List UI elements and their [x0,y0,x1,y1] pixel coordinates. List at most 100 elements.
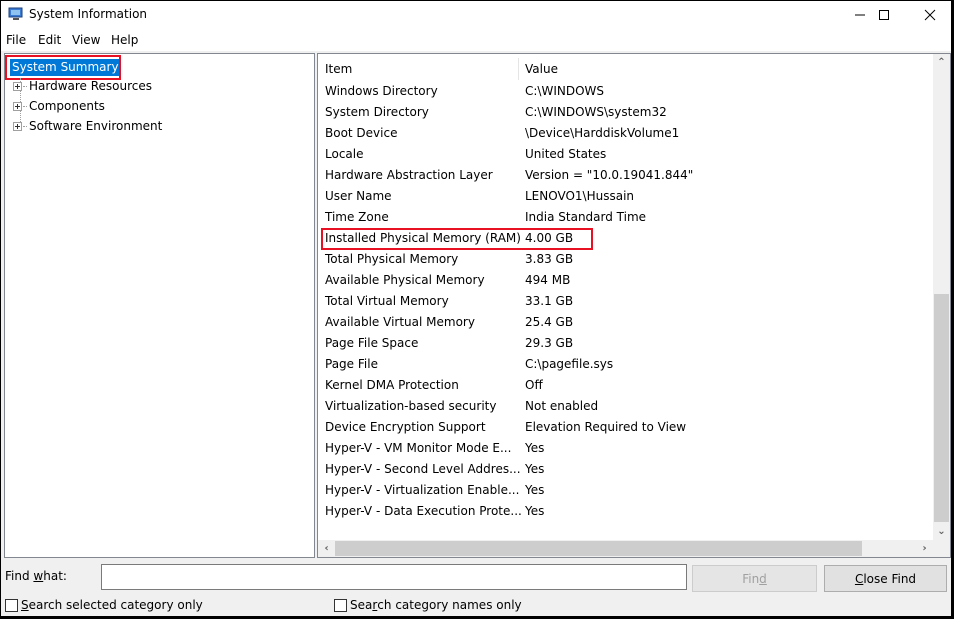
cell-item: Locale [325,147,364,161]
system-information-icon [8,7,23,20]
checkbox-box[interactable] [334,598,347,612]
table-row[interactable]: Page File Space 29.3 GB [318,333,928,354]
cell-value: 33.1 GB [525,294,574,308]
find-button[interactable]: Fin d [692,565,817,592]
cell-value: United States [525,147,607,161]
cell-item: Available Virtual Memory [325,315,475,329]
table-row[interactable]: Available Virtual Memory 25.4 GB [318,312,928,333]
tree-item-components[interactable]: Components [29,97,105,115]
horizontal-scroll-thumb[interactable] [335,541,862,556]
close-button[interactable] [907,1,953,29]
maximize-icon [879,10,889,20]
chevron-down-icon: ⌄ [937,526,946,537]
cell-value: 29.3 GB [525,336,574,350]
category-tree: System Summary Hardware Resources Compon… [4,53,315,558]
table-row[interactable]: Boot Device \Device\HarddiskVolume1 [318,123,928,144]
scrollbar-corner [933,540,950,557]
search-category-names-checkbox[interactable]: Sea r ch category names only [334,597,522,613]
label-text: Find [5,569,34,583]
tree-item-hardware-resources[interactable]: Hardware Resources [29,77,152,95]
cell-value: C:\WINDOWS\system32 [525,105,667,119]
tree-connector-h [23,106,27,107]
table-row[interactable]: Virtualization-based security Not enabled [318,396,928,417]
menu-help[interactable]: Help [111,33,138,47]
cell-value: 494 MB [525,273,571,287]
close-icon [924,9,936,21]
cell-item: Virtualization-based security [325,399,497,413]
scroll-left-button[interactable]: ‹ [318,540,335,557]
cell-item: Windows Directory [325,84,438,98]
expand-icon[interactable] [13,122,22,131]
cell-item: Hyper-V - Second Level Addres... [325,462,521,476]
button-accel: C [854,571,864,586]
table-row[interactable]: User Name LENOVO1\Hussain [318,186,928,207]
tree-connector-h [23,126,27,127]
cell-item: Boot Device [325,126,398,140]
scroll-right-button[interactable]: › [916,540,933,557]
search-selected-category-checkbox[interactable]: Search selected category only [5,597,203,613]
cell-item: Available Physical Memory [325,273,485,287]
cell-item: Total Virtual Memory [325,294,449,308]
cell-item: Hardware Abstraction Layer [325,168,493,182]
table-row[interactable]: Locale United States [318,144,928,165]
menu-edit[interactable]: Edit [38,33,61,47]
cell-item: Hyper-V - Data Execution Prote... [325,504,522,518]
button-text: Fin [742,571,760,586]
scroll-up-button[interactable]: ⌃ [933,54,950,71]
cell-item: Device Encryption Support [325,420,486,434]
cell-item: Hyper-V - VM Monitor Mode E... [325,441,512,455]
label-accel: w [33,569,44,583]
table-row[interactable]: Hardware Abstraction Layer Version = "10.… [318,165,928,186]
scroll-down-button[interactable]: ⌄ [933,523,950,540]
cell-value: \Device\HarddiskVolume1 [525,126,680,140]
cell-item: User Name [325,189,392,203]
table-row[interactable]: Windows Directory C:\WINDOWS [318,81,928,102]
cell-item: Time Zone [325,210,389,224]
maximize-button[interactable] [861,1,907,29]
table-row[interactable]: System Directory C:\WINDOWS\system32 [318,102,928,123]
button-accel: d [759,571,767,586]
column-header-item[interactable]: Item [325,59,352,79]
column-header-value[interactable]: Value [525,59,558,79]
table-row[interactable]: Total Physical Memory 3.83 GB [318,249,928,270]
checkbox-box[interactable] [5,598,18,612]
cell-item: Page File [325,357,378,371]
table-row[interactable]: Hyper-V - VM Monitor Mode E... Yes [318,438,928,459]
table-row[interactable]: Kernel DMA Protection Off [318,375,928,396]
table-row[interactable]: Available Physical Memory 494 MB [318,270,928,291]
checkbox-accel: S [21,598,29,612]
column-separator[interactable] [518,58,519,80]
chevron-right-icon: › [922,543,927,554]
table-row[interactable]: Hyper-V - Data Execution Prote... Yes [318,501,928,522]
expand-icon[interactable] [13,102,22,111]
table-row[interactable]: Page File C:\pagefile.sys [318,354,928,375]
tree-item-software-environment[interactable]: Software Environment [29,117,162,135]
cell-value: Yes [525,483,545,497]
cell-value: C:\WINDOWS [525,84,605,98]
table-row[interactable]: Hyper-V - Virtualization Enable... Yes [318,480,928,501]
close-find-button[interactable]: Close Find [824,565,947,592]
vertical-scrollbar[interactable]: ⌃ ⌄ [933,54,950,540]
checkbox-label: Sea [350,598,373,612]
chevron-up-icon: ⌃ [937,57,946,68]
horizontal-scrollbar[interactable]: ‹ › [318,540,933,557]
cell-value: Version = "10.0.19041.844" [525,168,694,182]
cell-value: C:\pagefile.sys [525,357,614,371]
cell-item: Hyper-V - Virtualization Enable... [325,483,520,497]
cell-item: Page File Space [325,336,419,350]
table-row[interactable]: Device Encryption Support Elevation Requi… [318,417,928,438]
vertical-scroll-thumb[interactable] [934,294,949,522]
menu-view[interactable]: View [72,33,100,47]
menu-file[interactable]: File [6,33,26,47]
cell-value: Off [525,378,543,392]
title-bar: System Information [1,1,951,29]
menu-bar: File Edit View Help [1,29,951,51]
expand-icon[interactable] [13,82,22,91]
find-what-input[interactable] [101,564,687,590]
cell-value: 25.4 GB [525,315,574,329]
tree-connector-h [23,86,27,87]
table-row[interactable]: Hyper-V - Second Level Addres... Yes [318,459,928,480]
find-what-label: Find what: [5,569,67,583]
table-row[interactable]: Time Zone India Standard Time [318,207,928,228]
table-row[interactable]: Total Virtual Memory 33.1 GB [318,291,928,312]
